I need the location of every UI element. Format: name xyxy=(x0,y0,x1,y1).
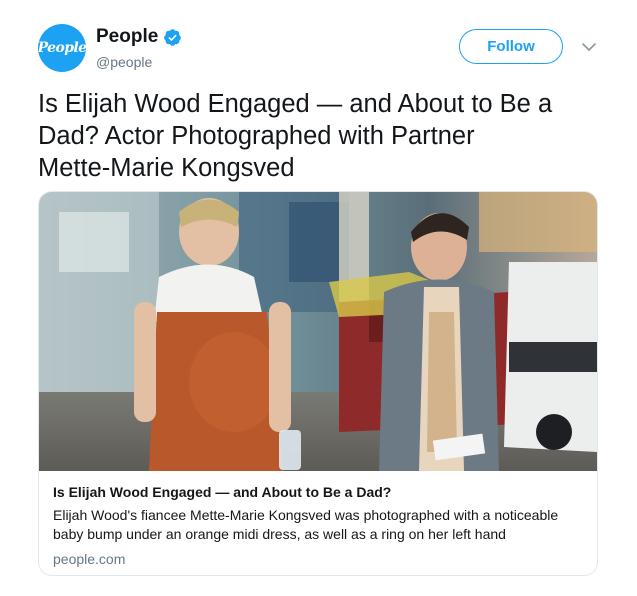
tweet-text-line: Dad? Actor Photographed with Partner xyxy=(38,122,475,150)
card-image[interactable] xyxy=(39,192,597,471)
card-description: Elijah Wood's fiancee Mette-Marie Kongsv… xyxy=(53,506,583,544)
tweet-header: People People @people Follow xyxy=(0,0,637,80)
avatar[interactable]: People xyxy=(38,24,86,72)
card-domain[interactable]: people.com xyxy=(53,551,583,567)
chevron-down-icon[interactable] xyxy=(581,40,597,54)
avatar-logo-text: People xyxy=(38,40,86,56)
verified-badge-icon xyxy=(164,28,182,46)
display-name[interactable]: People xyxy=(96,26,158,48)
tweet-text-line: Is Elijah Wood Engaged — and About to Be… xyxy=(38,90,553,118)
tweet-text-line: Mette-Marie Kongsved xyxy=(38,154,295,182)
tweet-text: Is Elijah Wood Engaged — and About to Be… xyxy=(38,88,608,184)
follow-button[interactable]: Follow xyxy=(459,29,563,64)
card-description-line: Elijah Wood's fiancee Mette-Marie Kongsv… xyxy=(53,507,559,523)
author-names: People @people xyxy=(96,26,182,70)
handle[interactable]: @people xyxy=(96,54,182,70)
display-name-row: People xyxy=(96,26,182,48)
link-card[interactable]: Is Elijah Wood Engaged — and About to Be… xyxy=(38,191,598,576)
card-body: Is Elijah Wood Engaged — and About to Be… xyxy=(39,471,597,567)
card-description-line: baby bump under an orange midi dress, as… xyxy=(53,526,506,542)
card-title[interactable]: Is Elijah Wood Engaged — and About to Be… xyxy=(53,483,583,501)
